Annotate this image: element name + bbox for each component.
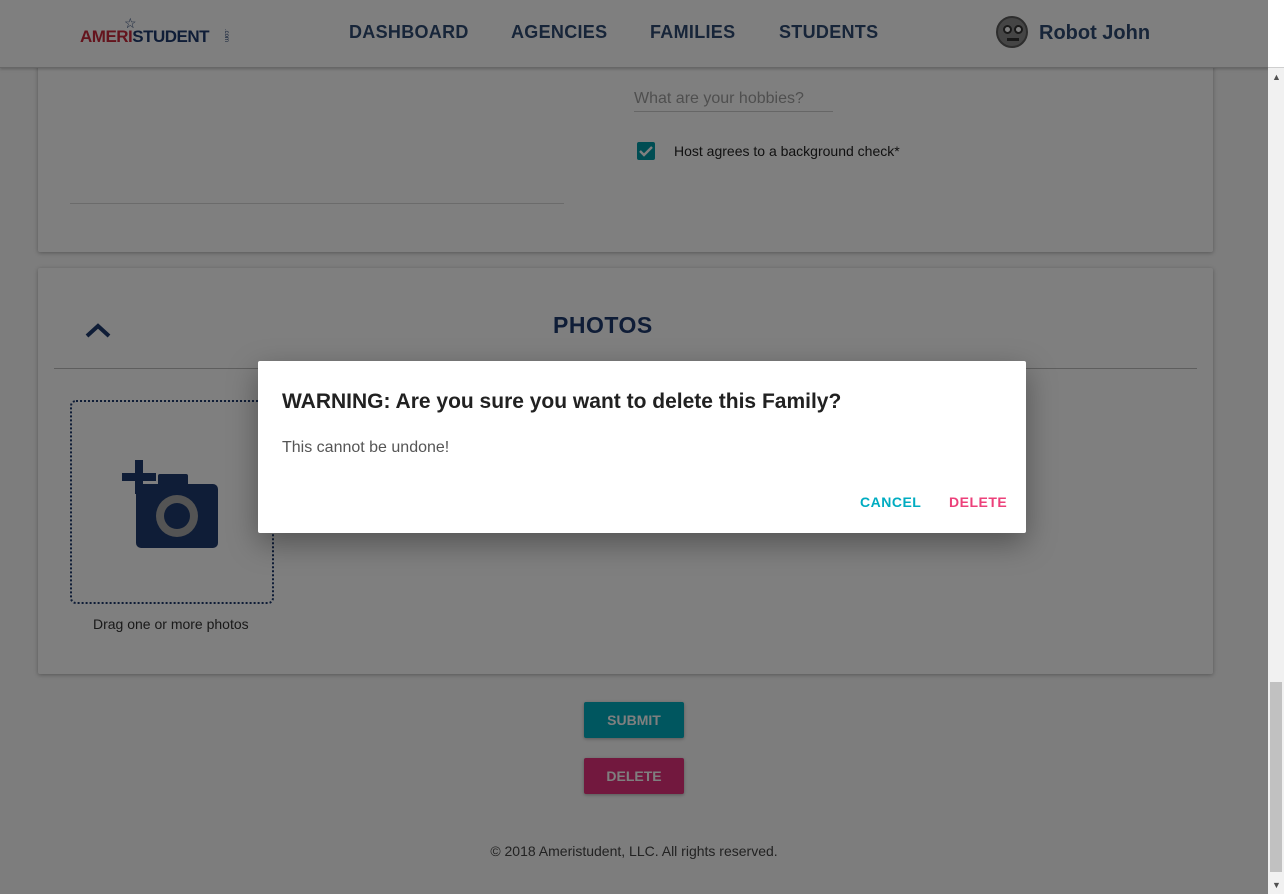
delete-confirmation-dialog: WARNING: Are you sure you want to delete…	[258, 361, 1026, 533]
scroll-down-arrow-icon[interactable]: ▼	[1272, 880, 1281, 890]
scroll-up-arrow-icon[interactable]: ▲	[1272, 72, 1281, 82]
dialog-message: This cannot be undone!	[282, 439, 450, 456]
cancel-button[interactable]: CANCEL	[860, 494, 921, 510]
page-scrollbar[interactable]: ▲ ▼	[1268, 68, 1284, 894]
scrollbar-thumb[interactable]	[1270, 682, 1282, 872]
dialog-title: WARNING: Are you sure you want to delete…	[282, 390, 842, 413]
confirm-delete-button[interactable]: DELETE	[949, 494, 1007, 510]
